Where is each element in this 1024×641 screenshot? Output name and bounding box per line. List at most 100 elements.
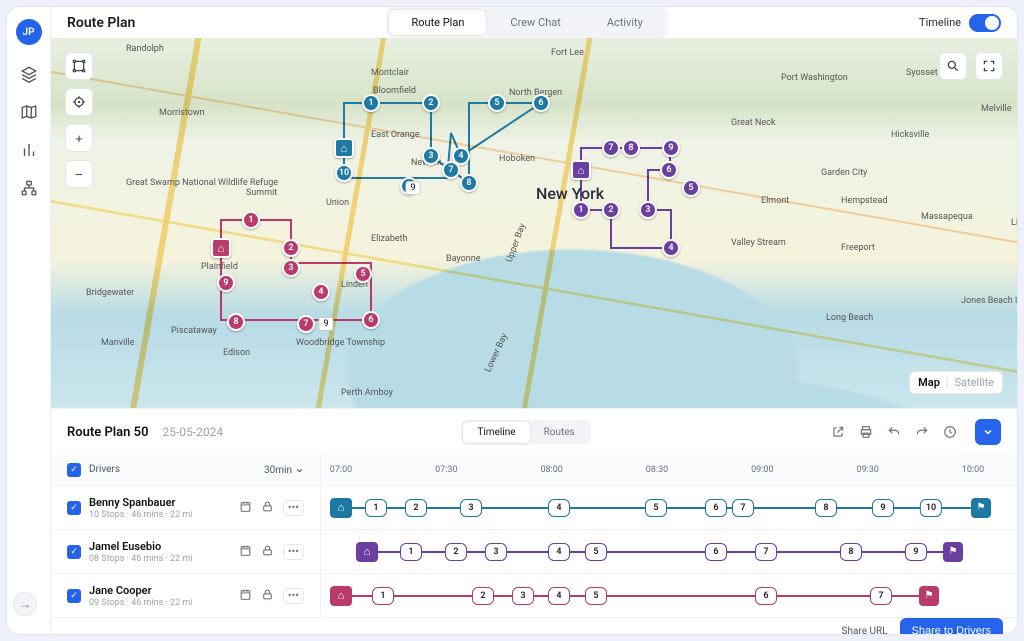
route-stop-pin[interactable]: 2 xyxy=(422,94,440,112)
layers-icon[interactable] xyxy=(20,65,38,83)
route-stop-pin[interactable]: 5 xyxy=(488,94,506,112)
open-external-icon[interactable] xyxy=(829,423,847,441)
timeline-stop[interactable]: 3 xyxy=(460,499,482,517)
route-stop-pin[interactable]: 9 xyxy=(662,139,680,157)
timeline-stop[interactable]: 5 xyxy=(585,587,607,605)
timeline-toggle[interactable] xyxy=(969,14,1001,32)
map-type-map[interactable]: Map xyxy=(918,376,940,389)
select-all-checkbox[interactable]: ✓ xyxy=(67,463,81,477)
route-home-pin[interactable]: ⌂ xyxy=(334,138,354,158)
route-stop-pin[interactable]: 7 xyxy=(297,315,315,333)
map-search-button[interactable] xyxy=(939,52,967,80)
timeline-end-icon[interactable]: ⚑ xyxy=(943,542,963,562)
route-home-pin[interactable]: ⌂ xyxy=(571,160,591,180)
route-stop-pin[interactable]: 10 xyxy=(335,164,353,182)
locate-button[interactable] xyxy=(65,88,93,116)
timeline-stop[interactable]: 3 xyxy=(512,587,534,605)
route-stop-pin[interactable]: 3 xyxy=(422,147,440,165)
route-stop-pin[interactable]: 5 xyxy=(354,265,372,283)
route-stop-pin[interactable]: 8 xyxy=(460,174,478,192)
timeline-stop[interactable]: 7 xyxy=(870,587,892,605)
zoom-out-button[interactable]: − xyxy=(65,160,93,188)
route-stop-pin[interactable]: 3 xyxy=(639,201,657,219)
driver-checkbox[interactable]: ✓ xyxy=(67,589,81,603)
lock-icon[interactable] xyxy=(261,500,274,516)
print-icon[interactable] xyxy=(857,423,875,441)
timeline-stop[interactable]: 6 xyxy=(755,587,777,605)
timeline-stop[interactable]: 3 xyxy=(485,543,507,561)
timeline-stop[interactable]: 9 xyxy=(905,543,927,561)
route-stop-pin[interactable]: 6 xyxy=(660,161,678,179)
route-stop-pin[interactable]: 6 xyxy=(532,94,550,112)
timeline-stop[interactable]: 6 xyxy=(705,543,727,561)
timeline-end-icon[interactable]: ⚑ xyxy=(919,586,939,606)
timeline-stop[interactable]: 1 xyxy=(365,499,387,517)
timeline-stop[interactable]: 1 xyxy=(372,587,394,605)
map-icon[interactable] xyxy=(20,103,38,121)
panel-tab-routes[interactable]: Routes xyxy=(530,422,589,443)
timeline-stop[interactable]: 2 xyxy=(472,587,494,605)
timeline-end-icon[interactable]: ⚑ xyxy=(971,498,991,518)
share-to-drivers-button[interactable]: Share to Drivers xyxy=(900,618,1003,635)
route-stop-pin[interactable]: 7 xyxy=(602,139,620,157)
route-stop-pin[interactable]: 1 xyxy=(362,94,380,112)
route-stop-pin[interactable]: 9 xyxy=(217,274,235,292)
route-stop-pin[interactable]: 2 xyxy=(602,201,620,219)
route-stop-pin[interactable]: 1 xyxy=(572,201,590,219)
more-icon[interactable]: ••• xyxy=(283,544,304,560)
timeline-stop[interactable]: 4 xyxy=(548,543,570,561)
tab-route-plan[interactable]: Route Plan xyxy=(389,10,486,35)
map[interactable]: + − Map | Satellite RandolphMontclairFor… xyxy=(51,38,1017,408)
redo-icon[interactable] xyxy=(913,423,931,441)
timeline-stop[interactable]: 4 xyxy=(548,587,570,605)
panel-tab-timeline[interactable]: Timeline xyxy=(463,422,529,443)
fullscreen-button[interactable] xyxy=(975,52,1003,80)
route-home-pin[interactable]: ⌂ xyxy=(211,238,231,258)
lock-icon[interactable] xyxy=(261,588,274,604)
share-url-link[interactable]: Share URL xyxy=(842,626,888,636)
calendar-icon[interactable] xyxy=(239,588,252,604)
more-icon[interactable]: ••• xyxy=(283,588,304,604)
timeline-stop[interactable]: 8 xyxy=(840,543,862,561)
user-avatar[interactable]: JP xyxy=(16,19,42,45)
lock-icon[interactable] xyxy=(261,544,274,560)
timeline-stop[interactable]: 8 xyxy=(815,499,837,517)
map-type-satellite[interactable]: Satellite xyxy=(955,376,994,389)
timeline-stop[interactable]: 2 xyxy=(405,499,427,517)
org-icon[interactable] xyxy=(20,179,38,197)
timeline-home-icon[interactable]: ⌂ xyxy=(356,542,378,562)
route-stop-pin[interactable]: 4 xyxy=(662,239,680,257)
timeline-home-icon[interactable]: ⌂ xyxy=(330,498,352,518)
timeline-stop[interactable]: 2 xyxy=(445,543,467,561)
timeline-stop[interactable]: 6 xyxy=(705,499,727,517)
timeline-home-icon[interactable]: ⌂ xyxy=(330,586,352,606)
route-stop-pin[interactable]: 5 xyxy=(682,179,700,197)
zoom-in-button[interactable]: + xyxy=(65,124,93,152)
route-stop-pin[interactable]: 8 xyxy=(622,139,640,157)
timeline-stop[interactable]: 10 xyxy=(920,499,942,517)
route-stop-pin[interactable]: 8 xyxy=(227,313,245,331)
route-stop-pin[interactable]: 4 xyxy=(312,283,330,301)
route-stop-pin[interactable]: 7 xyxy=(442,161,460,179)
tab-crew-chat[interactable]: Crew Chat xyxy=(488,10,582,35)
driver-checkbox[interactable]: ✓ xyxy=(67,501,81,515)
select-area-button[interactable] xyxy=(65,52,93,80)
timeline-stop[interactable]: 7 xyxy=(732,499,754,517)
expand-sidebar-button[interactable]: → xyxy=(13,592,37,616)
route-stop-pin[interactable]: 6 xyxy=(362,311,380,329)
calendar-icon[interactable] xyxy=(239,544,252,560)
timeline-stop[interactable]: 7 xyxy=(755,543,777,561)
tab-activity[interactable]: Activity xyxy=(585,10,665,35)
timeline-stop[interactable]: 5 xyxy=(645,499,667,517)
collapse-panel-button[interactable] xyxy=(975,419,1001,445)
route-stop-pin[interactable]: 1 xyxy=(242,211,260,229)
timeline-stop[interactable]: 4 xyxy=(548,499,570,517)
chart-icon[interactable] xyxy=(20,141,38,159)
history-icon[interactable] xyxy=(941,423,959,441)
undo-icon[interactable] xyxy=(885,423,903,441)
timeline-stop[interactable]: 9 xyxy=(872,499,894,517)
timeline-stop[interactable]: 1 xyxy=(400,543,422,561)
calendar-icon[interactable] xyxy=(239,500,252,516)
route-stop-pin[interactable]: 3 xyxy=(282,259,300,277)
duration-selector[interactable]: 30min xyxy=(264,465,304,476)
